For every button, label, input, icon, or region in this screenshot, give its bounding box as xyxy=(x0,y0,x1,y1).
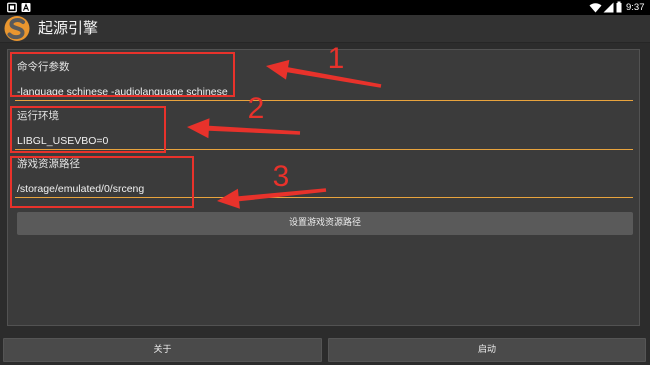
set-game-resource-path-button[interactable]: 设置游戏资源路径 xyxy=(17,212,633,235)
input-underline xyxy=(15,100,633,101)
command-line-args-field: 命令行参数 xyxy=(15,61,633,101)
square-notification-icon xyxy=(7,2,17,13)
runtime-env-field: 运行环境 xyxy=(15,110,633,150)
battery-icon xyxy=(616,1,622,13)
game-resource-path-field: 游戏资源路径 xyxy=(15,158,633,198)
game-resource-path-label: 游戏资源路径 xyxy=(17,158,80,170)
input-underline xyxy=(15,149,633,150)
runtime-env-input[interactable] xyxy=(15,133,633,149)
signal-icon xyxy=(603,2,614,13)
launch-button[interactable]: 启动 xyxy=(328,338,646,362)
about-button[interactable]: 关于 xyxy=(3,338,322,362)
wifi-icon xyxy=(589,3,602,13)
app-bar: 起源引擎 xyxy=(0,15,650,43)
status-bar: 9:37 xyxy=(0,0,650,15)
source-engine-logo xyxy=(4,16,30,41)
game-resource-path-input[interactable] xyxy=(15,181,633,197)
runtime-env-label: 运行环境 xyxy=(17,110,59,122)
status-time: 9:37 xyxy=(626,2,645,13)
letter-a-notification-icon xyxy=(21,3,31,12)
command-line-args-label: 命令行参数 xyxy=(17,61,70,73)
command-line-args-input[interactable] xyxy=(15,84,633,100)
app-title: 起源引擎 xyxy=(38,19,99,37)
input-underline xyxy=(15,197,633,198)
